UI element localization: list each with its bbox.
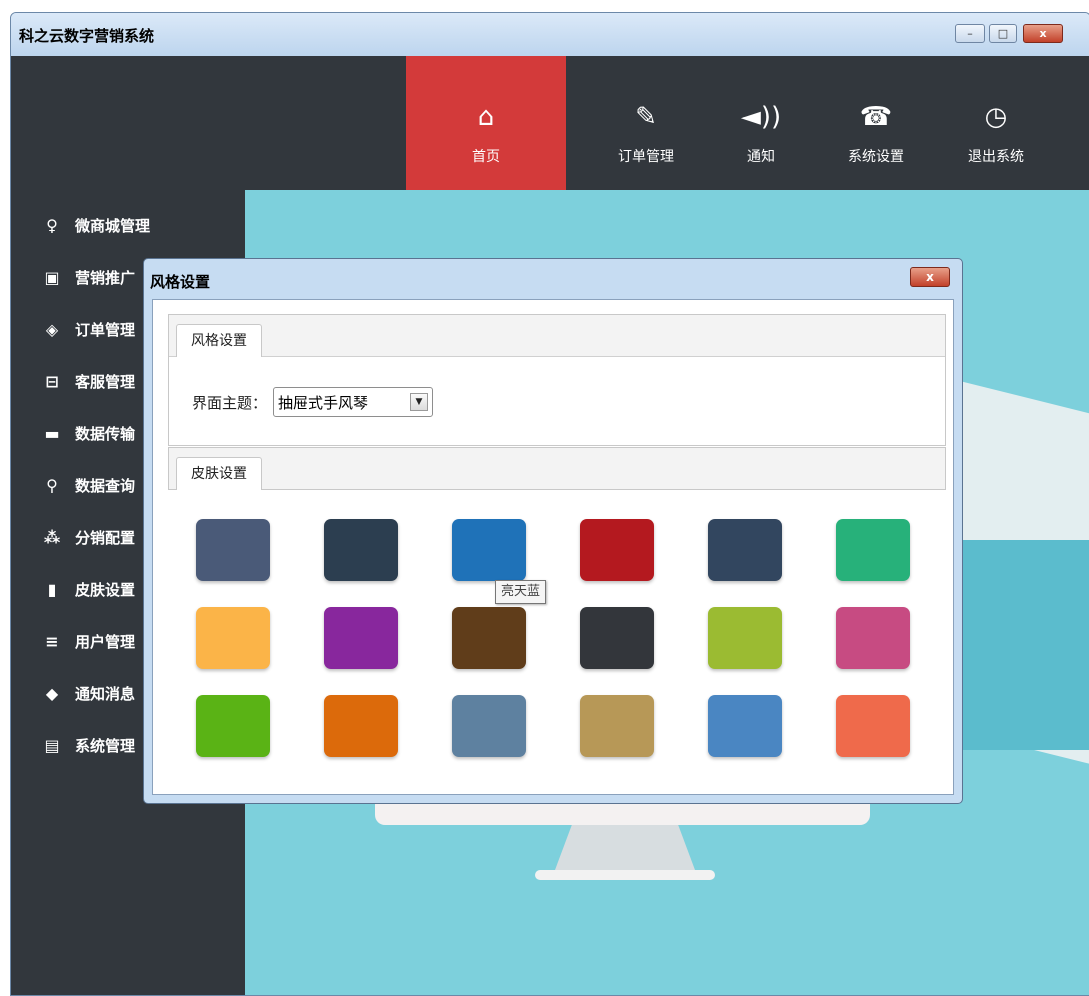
nav-label: 首页 <box>472 149 500 165</box>
sidebar-item-label: 分销配置 <box>75 528 136 547</box>
theme-select-value: 抽屉式手风琴 <box>278 394 369 412</box>
theme-row: 界面主题： 抽屉式手风琴 ▼ <box>192 386 434 418</box>
skin-swatch[interactable] <box>324 519 398 581</box>
window-title: 科之云数字营销系统 <box>19 27 155 45</box>
search-icon: ⚲ <box>46 475 58 495</box>
sidebar-item-6[interactable]: ⁂ 分销配置 <box>41 522 135 552</box>
sidebar-item-3[interactable]: ⊟ 客服管理 <box>41 366 135 396</box>
sidebar-item-label: 通知消息 <box>75 684 136 703</box>
skin-swatch[interactable] <box>452 519 526 581</box>
theme-select[interactable]: 抽屉式手风琴 ▼ <box>273 387 434 417</box>
sidebar-item-4[interactable]: ▬ 数据传输 <box>41 418 135 448</box>
chevron-down-icon[interactable]: ▼ <box>410 393 429 411</box>
skin-swatch[interactable] <box>708 607 782 669</box>
bar-chart-icon: ▮ <box>47 579 57 599</box>
tab-skin-settings[interactable]: 皮肤设置 <box>176 457 262 490</box>
sidebar-item-label: 营销推广 <box>75 268 136 287</box>
tab-style-settings[interactable]: 风格设置 <box>176 324 262 357</box>
close-icon: x <box>926 270 934 284</box>
title-bar[interactable]: 科之云数字营销系统 – □ x <box>11 13 1089 56</box>
skin-swatch[interactable] <box>708 519 782 581</box>
sidebar-item-7[interactable]: ▮ 皮肤设置 <box>41 574 135 604</box>
sidebar-item-label: 系统管理 <box>75 736 136 755</box>
skin-swatch[interactable] <box>452 695 526 757</box>
decorative-panel <box>960 540 1089 750</box>
skin-swatch[interactable] <box>580 519 654 581</box>
skin-swatch[interactable] <box>452 607 526 669</box>
skin-swatch[interactable] <box>196 519 270 581</box>
dialog-body: 风格设置 界面主题： 抽屉式手风琴 ▼ 皮肤设置 亮天蓝 <box>152 299 954 795</box>
nav-item-clock[interactable]: ◷ 退出系统 <box>916 56 1076 190</box>
minimize-button[interactable]: – <box>955 24 985 43</box>
home-icon: ⌂ <box>477 102 495 132</box>
top-navigation: ⌂ 首页 ✎ 订单管理 ◄)) 通知 ☎ 系统设置 ◷ 退出系统 <box>11 56 1089 190</box>
maximize-button[interactable]: □ <box>989 24 1017 43</box>
skin-swatch[interactable] <box>708 695 782 757</box>
cart-icon: ⊟ <box>45 371 59 391</box>
sidebar-item-8[interactable]: ≡ 用户管理 <box>41 626 135 656</box>
sidebar-item-9[interactable]: ◆ 通知消息 <box>41 678 135 708</box>
theme-label: 界面主题： <box>192 393 268 412</box>
truck-icon: ▬ <box>44 423 60 443</box>
group-header: 风格设置 <box>169 315 945 357</box>
layout-icon: ▤ <box>44 735 60 755</box>
sidebar-item-5[interactable]: ⚲ 数据查询 <box>41 470 135 500</box>
nav-label: 退出系统 <box>968 149 1024 165</box>
minimize-icon: – <box>967 27 973 40</box>
skin-swatch[interactable] <box>836 519 910 581</box>
chat-icon: ◆ <box>45 683 59 703</box>
dashboard-icon: ▣ <box>44 267 60 287</box>
close-button[interactable]: x <box>1023 24 1063 43</box>
sidebar-item-label: 数据查询 <box>75 476 136 495</box>
sidebar-item-label: 订单管理 <box>75 320 136 339</box>
network-icon: ⁂ <box>43 527 61 547</box>
sidebar-item-2[interactable]: ◈ 订单管理 <box>41 314 135 344</box>
list-icon: ≡ <box>45 631 59 651</box>
skin-swatch[interactable] <box>196 695 270 757</box>
sidebar-item-0[interactable]: ♀ 微商城管理 <box>41 210 150 240</box>
sidebar-item-1[interactable]: ▣ 营销推广 <box>41 262 135 292</box>
skin-swatch[interactable] <box>836 607 910 669</box>
close-icon: x <box>1039 27 1047 40</box>
skin-swatch[interactable] <box>324 695 398 757</box>
tag-icon: ◈ <box>45 319 59 339</box>
decorative-monitor-stand <box>555 825 695 870</box>
sidebar-item-label: 用户管理 <box>75 632 136 651</box>
sidebar-item-label: 皮肤设置 <box>75 580 136 599</box>
microphone-icon: ♀ <box>46 215 58 235</box>
sidebar-item-label: 微商城管理 <box>75 216 151 235</box>
swatch-tooltip: 亮天蓝 <box>495 580 547 604</box>
nav-item-home[interactable]: ⌂ 首页 <box>406 56 566 190</box>
dialog-close-button[interactable]: x <box>910 267 950 287</box>
skin-swatch[interactable] <box>196 607 270 669</box>
clock-icon: ◷ <box>984 102 1008 132</box>
sidebar-item-10[interactable]: ▤ 系统管理 <box>41 730 135 760</box>
skin-swatch[interactable] <box>580 695 654 757</box>
style-settings-group: 风格设置 界面主题： 抽屉式手风琴 ▼ <box>168 314 946 446</box>
skin-swatch[interactable] <box>324 607 398 669</box>
decorative-monitor-foot <box>535 870 715 880</box>
dialog-title: 风格设置 <box>150 273 211 291</box>
skin-swatch[interactable] <box>580 607 654 669</box>
sidebar-item-label: 客服管理 <box>75 372 136 391</box>
maximize-icon: □ <box>997 27 1009 40</box>
skin-swatch[interactable] <box>836 695 910 757</box>
group-header: 皮肤设置 <box>168 447 946 490</box>
sidebar-item-label: 数据传输 <box>75 424 136 443</box>
style-settings-dialog: 风格设置 x 风格设置 界面主题： 抽屉式手风琴 ▼ 皮肤设置 亮天蓝 <box>143 258 963 804</box>
skin-settings-group: 皮肤设置 亮天蓝 <box>168 447 946 785</box>
